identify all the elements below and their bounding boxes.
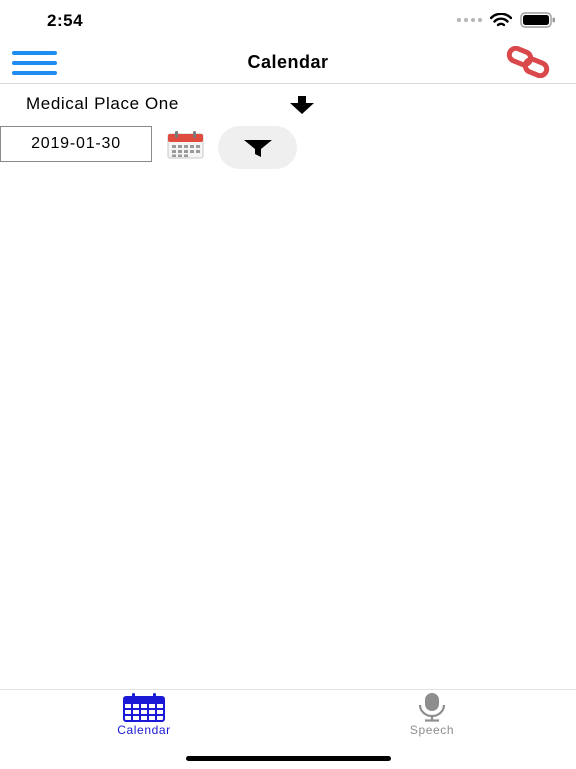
home-indicator[interactable] — [186, 756, 391, 761]
tab-speech[interactable]: Speech — [372, 690, 492, 740]
tab-label: Speech — [409, 723, 455, 737]
status-bar: 2:54 — [0, 0, 576, 40]
calendar-picker-icon[interactable] — [165, 130, 207, 160]
date-filter-row — [0, 125, 576, 173]
filter-button[interactable] — [218, 126, 297, 169]
place-name: Medical Place One — [26, 94, 179, 113]
battery-icon — [520, 12, 555, 28]
calendar-icon — [123, 693, 165, 722]
link-icon[interactable] — [506, 45, 552, 79]
place-selector[interactable]: Medical Place One — [0, 88, 576, 122]
status-indicators — [457, 12, 556, 28]
status-time: 2:54 — [47, 11, 84, 30]
navigation-bar: Calendar — [0, 40, 576, 84]
arrow-down-icon[interactable] — [285, 94, 319, 116]
tab-label: Calendar — [117, 723, 171, 737]
filter-icon — [244, 140, 272, 157]
wifi-icon — [490, 12, 512, 26]
tab-calendar[interactable]: Calendar — [84, 690, 204, 740]
date-input[interactable] — [0, 126, 152, 162]
page-title: Calendar — [247, 52, 329, 72]
cellular-signal-icon — [457, 18, 482, 22]
microphone-icon — [418, 693, 446, 722]
